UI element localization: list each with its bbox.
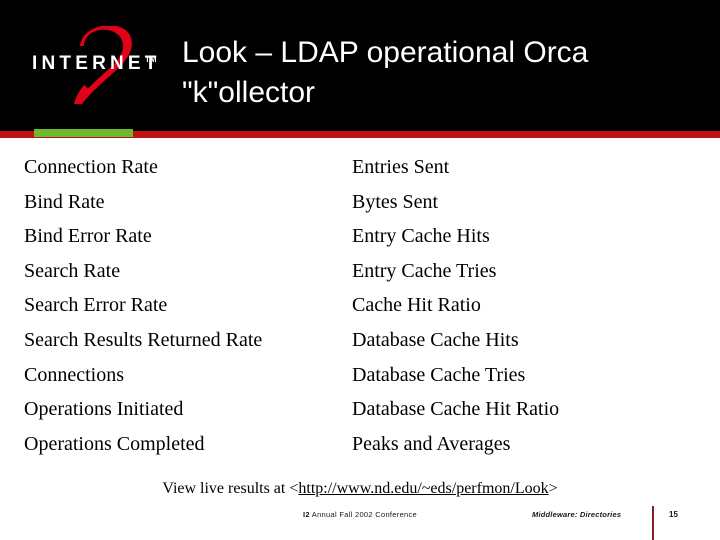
- metric-item: Entry Cache Tries: [352, 259, 497, 282]
- live-results-url[interactable]: http://www.nd.edu/~eds/perfmon/Look: [298, 480, 548, 497]
- slide-header: INTERNET TM Look – LDAP operational Orca…: [0, 0, 720, 131]
- metric-item: Database Cache Hits: [352, 328, 519, 351]
- status-divider-rule: [652, 506, 654, 540]
- live-results-line: View live results at <http://www.nd.edu/…: [0, 480, 720, 498]
- metric-item: Bind Rate: [24, 190, 105, 213]
- metric-item: Connection Rate: [24, 156, 158, 178]
- metric-item: Database Cache Tries: [352, 363, 526, 386]
- metric-item: Search Rate: [24, 259, 121, 282]
- metric-item: Bytes Sent: [352, 190, 439, 213]
- metric-item: Operations Completed: [24, 432, 205, 455]
- internet2-logo: INTERNET TM: [26, 24, 174, 108]
- metric-item: Operations Initiated: [24, 398, 184, 421]
- track-label: Middleware: Directories: [532, 510, 622, 519]
- page-number: 15: [669, 510, 678, 519]
- metrics-right-column: Entries Sent Bytes Sent Entry Cache Hits…: [352, 150, 682, 461]
- metric-item: Cache Hit Ratio: [352, 294, 481, 317]
- live-results-suffix: >: [548, 480, 558, 497]
- conference-name: Annual Fall 2002 Conference: [309, 510, 418, 519]
- metric-item: Bind Error Rate: [24, 225, 152, 248]
- slide: INTERNET TM Look – LDAP operational Orca…: [0, 0, 720, 540]
- metric-item: Database Cache Hit Ratio: [352, 398, 560, 421]
- metric-item: Entries Sent: [352, 156, 450, 178]
- metric-item: Peaks and Averages: [352, 432, 511, 455]
- logo-wordmark: INTERNET: [32, 53, 161, 74]
- divider-bar-green: [34, 129, 133, 137]
- logo-trademark: TM: [145, 55, 157, 64]
- slide-status-bar: I2 Annual Fall 2002 Conference Middlewar…: [0, 505, 720, 540]
- metrics-left-column: Connection Rate Bind Rate Bind Error Rat…: [24, 150, 344, 461]
- conference-mark: I2: [302, 510, 310, 519]
- metrics-content: Connection Rate Bind Rate Bind Error Rat…: [0, 150, 720, 465]
- metric-item: Connections: [24, 363, 124, 386]
- metric-item: Search Results Returned Rate: [24, 328, 263, 351]
- metric-item: Search Error Rate: [24, 294, 168, 317]
- metric-item: Entry Cache Hits: [352, 225, 490, 248]
- live-results-prefix: View live results at <: [162, 480, 299, 497]
- page-title: Look – LDAP operational Orca "k"ollector: [182, 36, 589, 109]
- track-group: Middleware: Directories 15: [532, 506, 712, 540]
